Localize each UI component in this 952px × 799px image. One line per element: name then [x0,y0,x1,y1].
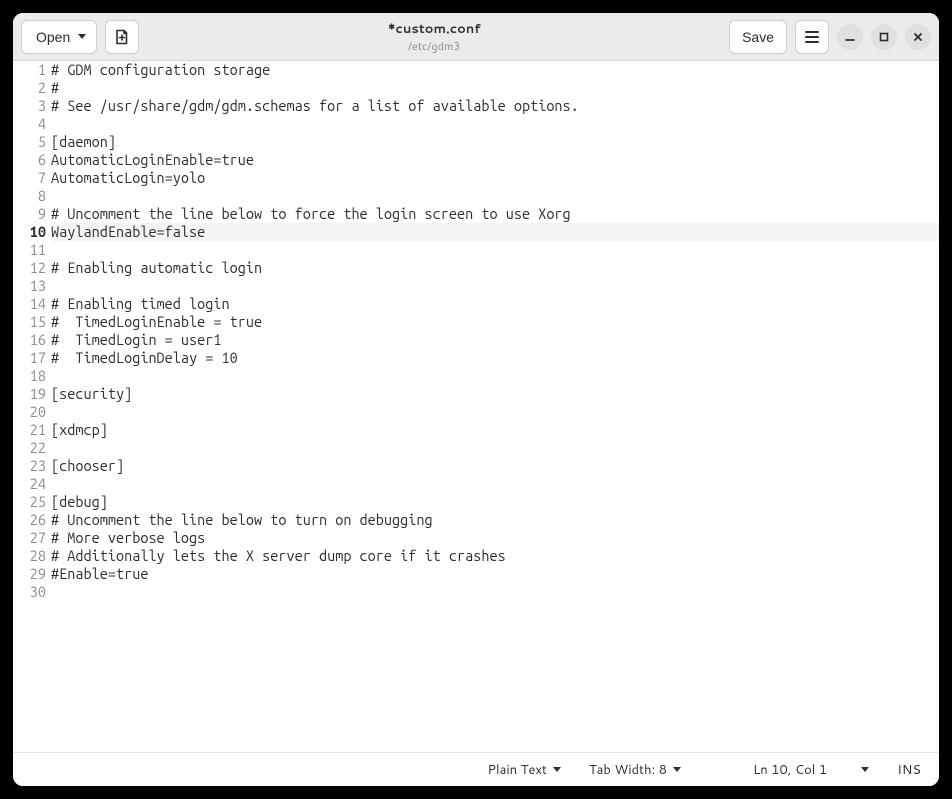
new-tab-button[interactable] [105,20,139,54]
maximize-icon [877,30,891,44]
editor-content: 1234567891011121314151617181920212223242… [13,61,939,601]
code-line[interactable]: # GDM configuration storage [51,61,939,79]
line-number: 26 [13,511,48,529]
new-document-icon [114,29,130,45]
cursor-position-selector[interactable]: Ln 10, Col 1 [753,761,869,779]
line-number: 21 [13,421,48,439]
code-line[interactable] [51,583,939,601]
line-number: 16 [13,331,48,349]
line-number: 10 [13,223,48,241]
line-number: 8 [13,187,48,205]
open-label: Open [36,29,70,45]
line-number: 4 [13,115,48,133]
code-line[interactable]: [chooser] [51,457,939,475]
code-line[interactable] [51,439,939,457]
line-number: 9 [13,205,48,223]
line-number: 18 [13,367,48,385]
editor-area[interactable]: 1234567891011121314151617181920212223242… [13,61,939,752]
code-line[interactable]: [debug] [51,493,939,511]
line-number: 7 [13,169,48,187]
line-number: 1 [13,61,48,79]
line-number: 12 [13,259,48,277]
chevron-down-icon [861,767,869,772]
statusbar: Plain Text Tab Width: 8 Ln 10, Col 1 INS [13,752,939,786]
maximize-button[interactable] [871,24,897,50]
code-line[interactable]: AutomaticLogin=yolo [51,169,939,187]
cursor-position: Ln 10, Col 1 [753,761,827,779]
headerbar-right: Save [729,20,931,54]
code-line[interactable]: [daemon] [51,133,939,151]
code-line[interactable] [51,187,939,205]
line-number: 5 [13,133,48,151]
line-number: 17 [13,349,48,367]
line-number: 22 [13,439,48,457]
line-number: 25 [13,493,48,511]
code-line[interactable] [51,403,939,421]
code-line[interactable] [51,367,939,385]
line-number: 29 [13,565,48,583]
code-line[interactable]: # TimedLoginEnable = true [51,313,939,331]
code-line[interactable] [51,241,939,259]
hamburger-menu-button[interactable] [795,20,829,54]
save-button[interactable]: Save [729,20,787,54]
line-number: 30 [13,583,48,601]
line-number: 11 [13,241,48,259]
minimize-button[interactable] [837,24,863,50]
chevron-down-icon [78,34,86,39]
line-number: 2 [13,79,48,97]
code-line[interactable]: [security] [51,385,939,403]
code-area[interactable]: # GDM configuration storage## See /usr/s… [51,61,939,601]
code-line[interactable]: WaylandEnable=false [51,223,939,241]
line-number: 15 [13,313,48,331]
document-subtitle: /etc/gdm3 [147,38,721,54]
line-number: 20 [13,403,48,421]
code-line[interactable]: # See /usr/share/gdm/gdm.schemas for a l… [51,97,939,115]
code-line[interactable]: #Enable=true [51,565,939,583]
minimize-icon [843,30,857,44]
headerbar: Open *custom.conf /etc/gdm3 Save [13,13,939,61]
code-line[interactable]: # More verbose logs [51,529,939,547]
insert-mode-indicator[interactable]: INS [897,761,921,779]
code-line[interactable]: AutomaticLoginEnable=true [51,151,939,169]
line-number: 3 [13,97,48,115]
hamburger-icon [805,31,819,43]
code-line[interactable] [51,277,939,295]
close-icon [911,30,925,44]
code-line[interactable] [51,475,939,493]
line-number: 6 [13,151,48,169]
line-number-gutter: 1234567891011121314151617181920212223242… [13,61,51,601]
close-button[interactable] [905,24,931,50]
headerbar-title-area: *custom.conf /etc/gdm3 [147,20,721,54]
line-number: 28 [13,547,48,565]
insert-mode-label: INS [897,761,921,779]
code-line[interactable]: # Uncomment the line below to force the … [51,205,939,223]
code-line[interactable]: # TimedLogin = user1 [51,331,939,349]
line-number: 27 [13,529,48,547]
chevron-down-icon [673,767,681,772]
code-line[interactable]: # Additionally lets the X server dump co… [51,547,939,565]
code-line[interactable]: # Enabling timed login [51,295,939,313]
code-line[interactable] [51,115,939,133]
line-number: 19 [13,385,48,403]
code-line[interactable]: # [51,79,939,97]
code-line[interactable]: # Uncomment the line below to turn on de… [51,511,939,529]
code-line[interactable]: [xdmcp] [51,421,939,439]
document-title: *custom.conf [147,20,721,38]
code-line[interactable]: # TimedLoginDelay = 10 [51,349,939,367]
line-number: 23 [13,457,48,475]
editor-window: Open *custom.conf /etc/gdm3 Save [13,13,939,786]
open-button[interactable]: Open [21,20,97,54]
tab-width-selector[interactable]: Tab Width: 8 [589,761,681,779]
line-number: 24 [13,475,48,493]
line-number: 13 [13,277,48,295]
syntax-mode-selector[interactable]: Plain Text [487,761,560,779]
chevron-down-icon [553,767,561,772]
headerbar-left: Open [21,20,139,54]
syntax-label: Plain Text [487,761,546,779]
line-number: 14 [13,295,48,313]
tab-width-label: Tab Width: 8 [589,761,667,779]
code-line[interactable]: # Enabling automatic login [51,259,939,277]
